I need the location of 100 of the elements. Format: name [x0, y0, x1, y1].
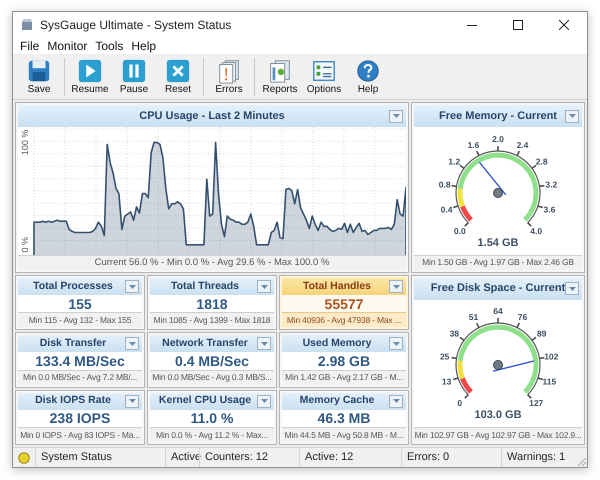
- menu-item[interactable]: File: [16, 36, 44, 54]
- tile-summary: Min 1.42 GB - Avg 2.17 GB - M...: [282, 370, 406, 385]
- menu-item[interactable]: Tools: [91, 36, 128, 54]
- tile-value: 238 IOPS: [18, 410, 142, 427]
- scale-label: 127: [529, 398, 544, 408]
- status-text: Counters: 12: [205, 450, 268, 466]
- panel-title: Kernel CPU Usage: [158, 393, 252, 408]
- axis-label: 100 %: [20, 130, 30, 156]
- status-text: Active: [171, 450, 201, 466]
- status-text: System Status: [41, 450, 112, 466]
- caret-icon: [128, 342, 136, 346]
- help-icon: [355, 58, 381, 84]
- panel-title: Network Transfer: [162, 336, 248, 351]
- toolbar-button[interactable]: Save: [17, 54, 61, 98]
- needle: [478, 162, 506, 198]
- caret-icon: [128, 284, 136, 288]
- axis-label: 0 %: [20, 237, 30, 253]
- options-icon: [311, 58, 337, 84]
- scale-label: 2.0: [492, 134, 504, 144]
- tile-value: 11.0 %: [150, 410, 274, 427]
- gauge-value: 1.54 GB: [478, 238, 518, 249]
- scale-label: 0.8: [438, 179, 451, 190]
- tile-summary: Min 0.0 MB/Sec - Avg 7.2 MB/...: [18, 370, 142, 385]
- scale-label: 51: [468, 312, 478, 322]
- pause-icon: [121, 58, 147, 84]
- tile-value: 1818: [150, 295, 274, 312]
- scale-label: 38: [450, 328, 460, 339]
- caret-icon: [392, 399, 400, 404]
- panel-title: Total Handles: [302, 278, 372, 294]
- tile-value: 155: [18, 295, 142, 312]
- chart-summary: Current 56.0 % - Min 0.0 % - Avg 29.6 % - Max 100.0 %: [18, 255, 406, 270]
- dropdown-button[interactable]: [389, 394, 403, 408]
- tile-value: 133.4 MB/Sec: [18, 352, 142, 370]
- resize-grip-icon[interactable]: [577, 457, 587, 467]
- gauge-value: 103.0 GB: [474, 410, 522, 422]
- scale-label: 1.2: [448, 156, 460, 166]
- caret-icon: [128, 399, 136, 404]
- tile-summary: Min 40936 - Avg 47938 - Max ...: [282, 312, 406, 328]
- status-text: Active: 12: [305, 450, 354, 466]
- app-icon: [20, 18, 34, 32]
- caret-icon: [568, 286, 576, 290]
- caret-icon: [260, 284, 268, 288]
- caret-icon: [260, 399, 268, 404]
- panel-title: Used Memory: [302, 336, 372, 351]
- scale-label: 4.0: [530, 226, 542, 236]
- status-text: Errors: 0: [407, 450, 450, 466]
- dropdown-button[interactable]: [565, 282, 579, 295]
- gauge-summary: Min 1.50 GB - Avg 1.97 GB - Max 2.46 GB: [414, 254, 582, 270]
- scale-label: 0.4: [440, 204, 453, 214]
- toolbar-button[interactable]: Reset: [156, 54, 200, 98]
- dropdown-button[interactable]: [389, 280, 403, 293]
- panel-title: CPU Usage - Last 2 Minutes: [139, 108, 285, 124]
- panel-title: Free Memory - Current: [439, 108, 557, 124]
- close-icon: [165, 58, 191, 84]
- panel-title: Total Processes: [33, 278, 113, 294]
- toolbar-button[interactable]: Options: [302, 54, 346, 98]
- panel-title: Free Disk Space - Current: [430, 281, 566, 296]
- caret-icon: [392, 342, 400, 346]
- panel-title: Disk IOPS Rate: [35, 393, 111, 408]
- toolbar-button[interactable]: Reports: [258, 54, 302, 98]
- scale-label: 2.8: [536, 156, 548, 166]
- tile-summary: Min 44.5 MB - Avg 50.8 MB - M...: [282, 426, 406, 442]
- dropdown-button[interactable]: [389, 337, 403, 350]
- panel-title: Total Threads: [170, 278, 240, 294]
- status-light-icon: [18, 452, 30, 464]
- tile-value: 2.98 GB: [282, 352, 406, 370]
- scale-label: 3.2: [545, 179, 558, 190]
- dropdown-button[interactable]: [257, 337, 271, 350]
- dropdown-button[interactable]: [389, 110, 403, 122]
- dropdown-button[interactable]: [257, 280, 271, 293]
- scale-label: 76: [518, 312, 528, 322]
- menu-item[interactable]: Help: [127, 36, 160, 54]
- menu-item[interactable]: Monitor: [43, 36, 92, 54]
- window-title: SysGauge Ultimate - System Status: [40, 16, 232, 34]
- toolbar-button[interactable]: Resume: [68, 54, 112, 98]
- maximize-icon: [513, 20, 523, 30]
- scale-label: 64: [493, 306, 503, 316]
- tile-value: 55577: [282, 295, 406, 312]
- scale-label: 0: [457, 398, 462, 408]
- toolbar-button[interactable]: Help: [346, 54, 390, 98]
- dropdown-button[interactable]: [125, 280, 139, 293]
- dropdown-button[interactable]: [125, 337, 139, 350]
- scale-label: 0.0: [454, 226, 466, 236]
- scale-label: 2.4: [516, 140, 528, 150]
- dropdown-button[interactable]: [125, 394, 139, 408]
- close-icon: [559, 20, 569, 30]
- toolbar-button[interactable]: Errors: [207, 54, 251, 98]
- dropdown-button[interactable]: [565, 110, 579, 122]
- scale-label: 89: [536, 328, 546, 339]
- caret-icon: [392, 284, 400, 288]
- dropdown-button[interactable]: [257, 394, 271, 408]
- panel-title: Memory Cache: [300, 393, 374, 408]
- toolbar-button[interactable]: Pause: [112, 54, 156, 98]
- caret-icon: [568, 114, 576, 118]
- tile-summary: Min 0.0 % - Avg 11.2 % - Max...: [150, 426, 274, 442]
- floppy-icon: [26, 58, 52, 84]
- tile-value: 46.3 MB: [282, 410, 406, 427]
- caret-icon: [392, 114, 400, 118]
- tile-summary: Min 1085 - Avg 1399 - Max 1818: [150, 312, 274, 328]
- scale-label: 102: [544, 352, 558, 362]
